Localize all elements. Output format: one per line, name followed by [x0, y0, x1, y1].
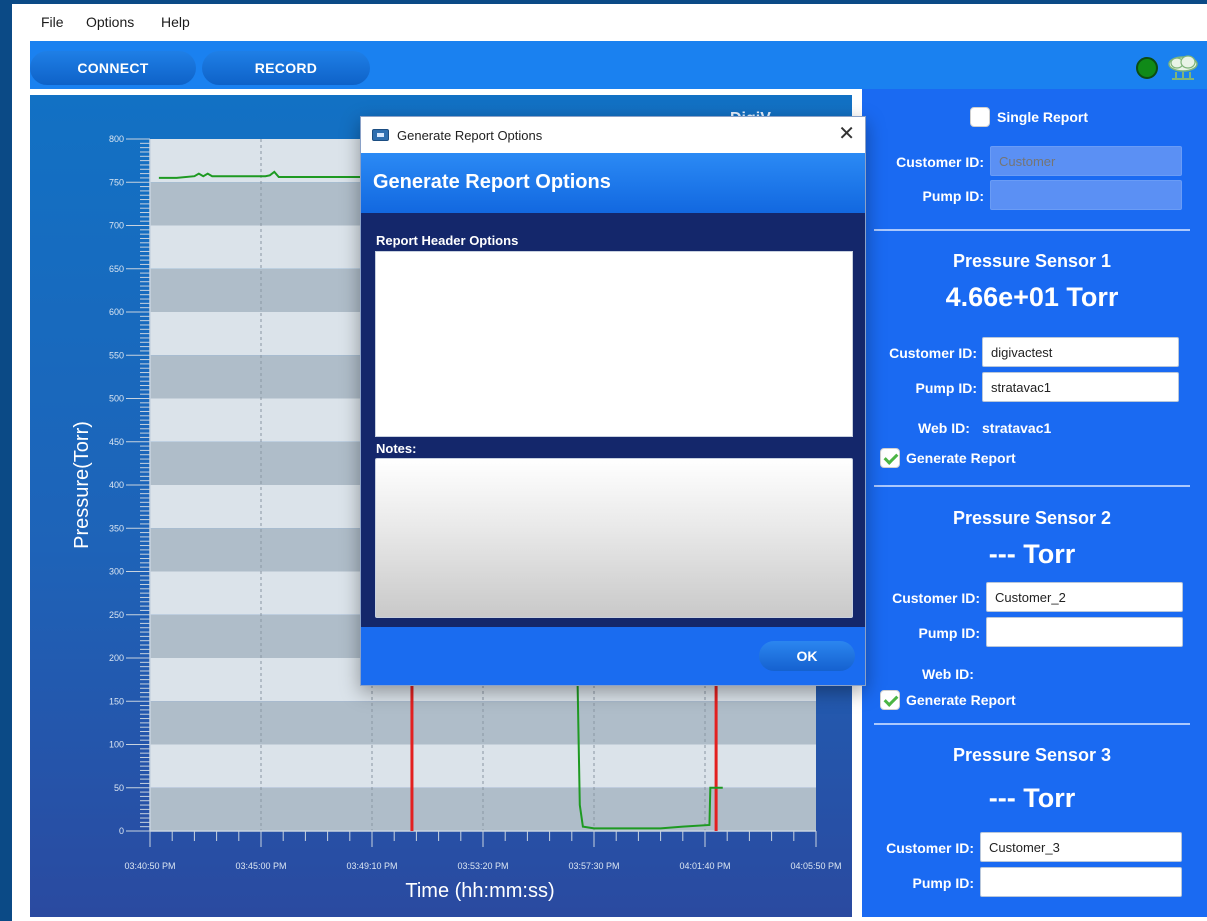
report-header-options-label: Report Header Options [376, 233, 519, 248]
chart-y-axis-label: Pressure(Torr) [71, 421, 93, 549]
cloud-icon[interactable] [1166, 54, 1200, 82]
x-tick-label: 03:57:30 PM [568, 861, 619, 871]
chart-x-axis-label: Time (hh:mm:ss) [405, 880, 554, 902]
dialog-header-title: Generate Report Options [373, 171, 611, 193]
sensor-1-customer-id-input[interactable] [982, 337, 1179, 367]
y-tick-label: 800 [109, 134, 124, 144]
sensor-1-customer-id-label: Customer ID: [889, 345, 977, 361]
y-tick-label: 750 [109, 177, 124, 187]
y-tick-label: 450 [109, 437, 124, 447]
divider [874, 723, 1190, 725]
single-pump-id-input[interactable] [990, 180, 1182, 210]
single-report-label: Single Report [997, 109, 1089, 125]
sensor-2-pump-id-input[interactable] [986, 617, 1183, 647]
sensor-1-generate-report-label: Generate Report [906, 450, 1016, 466]
sensor-3-customer-id-label: Customer ID: [886, 840, 974, 856]
menu-bar: File Options Help [12, 4, 1207, 41]
y-tick-label: 550 [109, 350, 124, 360]
sensor-3-customer-id-input[interactable] [980, 832, 1182, 862]
sensor-2-generate-report-checkbox[interactable] [880, 690, 900, 710]
y-tick-label: 600 [109, 307, 124, 317]
y-tick-label: 350 [109, 523, 124, 533]
sensor-side-panel: Single Report Customer ID: Pump ID: Pres… [862, 89, 1207, 917]
y-tick-label: 400 [109, 480, 124, 490]
y-tick-label: 700 [109, 221, 124, 231]
y-tick-label: 0 [119, 826, 124, 836]
close-icon[interactable]: ✕ [838, 124, 855, 144]
report-header-options-textarea[interactable] [375, 251, 853, 437]
generate-report-options-dialog: Generate Report Options ✕ Generate Repor… [360, 116, 866, 686]
record-button[interactable]: RECORD [202, 51, 370, 85]
sensor-1-web-id-value: stratavac1 [982, 420, 1052, 436]
sensor-2-generate-report-label: Generate Report [906, 692, 1016, 708]
app-window: File Options Help CONNECT RECORD 0 50 100 1… [12, 4, 1207, 921]
x-tick-label: 03:53:20 PM [457, 861, 508, 871]
menu-file[interactable]: File [41, 14, 64, 30]
x-tick-label: 03:40:50 PM [124, 861, 175, 871]
dialog-header: Generate Report Options [361, 153, 865, 213]
y-tick-label: 100 [109, 740, 124, 750]
y-tick-label: 300 [109, 567, 124, 577]
sensor-2-title: Pressure Sensor 2 [952, 508, 1112, 528]
divider [874, 485, 1190, 487]
dialog-footer: OK [361, 627, 865, 685]
sensor-1-web-id-label: Web ID: [918, 420, 970, 436]
x-tick-label: 04:01:40 PM [679, 861, 730, 871]
single-customer-id-input[interactable] [990, 146, 1182, 176]
menu-help[interactable]: Help [161, 14, 190, 30]
y-tick-label: 500 [109, 394, 124, 404]
sensor-3-title: Pressure Sensor 3 [952, 745, 1112, 765]
connect-button[interactable]: CONNECT [30, 51, 196, 85]
single-report-checkbox[interactable] [970, 107, 990, 127]
notes-label: Notes: [376, 441, 417, 456]
sensor-2-customer-id-label: Customer ID: [892, 590, 980, 606]
y-tick-label: 50 [114, 783, 124, 793]
x-tick-label: 04:05:50 PM [790, 861, 841, 871]
sensor-2-reading: --- Torr [988, 539, 1076, 569]
y-tick-label: 250 [109, 610, 124, 620]
dialog-body: Report Header Options Notes: [361, 213, 865, 627]
x-tick-label: 03:45:00 PM [235, 861, 286, 871]
ok-button[interactable]: OK [759, 641, 855, 671]
sensor-1-pump-id-input[interactable] [982, 372, 1179, 402]
pump-id-label: Pump ID: [922, 188, 984, 204]
sensor-3-pump-id-label: Pump ID: [912, 875, 974, 891]
menu-options[interactable]: Options [86, 14, 134, 30]
dialog-title-bar: Generate Report Options ✕ [361, 117, 865, 153]
sensor-3-reading: --- Torr [988, 783, 1076, 813]
sensor-2-web-id-label: Web ID: [922, 666, 974, 682]
sensor-2-pump-id-label: Pump ID: [918, 625, 980, 641]
sensor-3-pump-id-input[interactable] [980, 867, 1182, 897]
notes-textarea[interactable] [375, 458, 853, 618]
sensor-1-reading: 4.66e+01 Torr [945, 282, 1119, 312]
sensor-1-title: Pressure Sensor 1 [952, 251, 1112, 271]
connection-status-icon [1136, 57, 1158, 79]
sensor-2-customer-id-input[interactable] [986, 582, 1183, 612]
sensor-1-generate-report-checkbox[interactable] [880, 448, 900, 468]
toolbar: CONNECT RECORD [30, 41, 1207, 89]
y-tick-label: 150 [109, 696, 124, 706]
y-tick-label: 650 [109, 264, 124, 274]
x-tick-label: 03:49:10 PM [346, 861, 397, 871]
sensor-1-pump-id-label: Pump ID: [915, 380, 977, 396]
dialog-window-title: Generate Report Options [397, 128, 543, 143]
customer-id-label: Customer ID: [896, 154, 984, 170]
app-icon [372, 129, 389, 141]
y-tick-label: 200 [109, 653, 124, 663]
divider [874, 229, 1190, 231]
